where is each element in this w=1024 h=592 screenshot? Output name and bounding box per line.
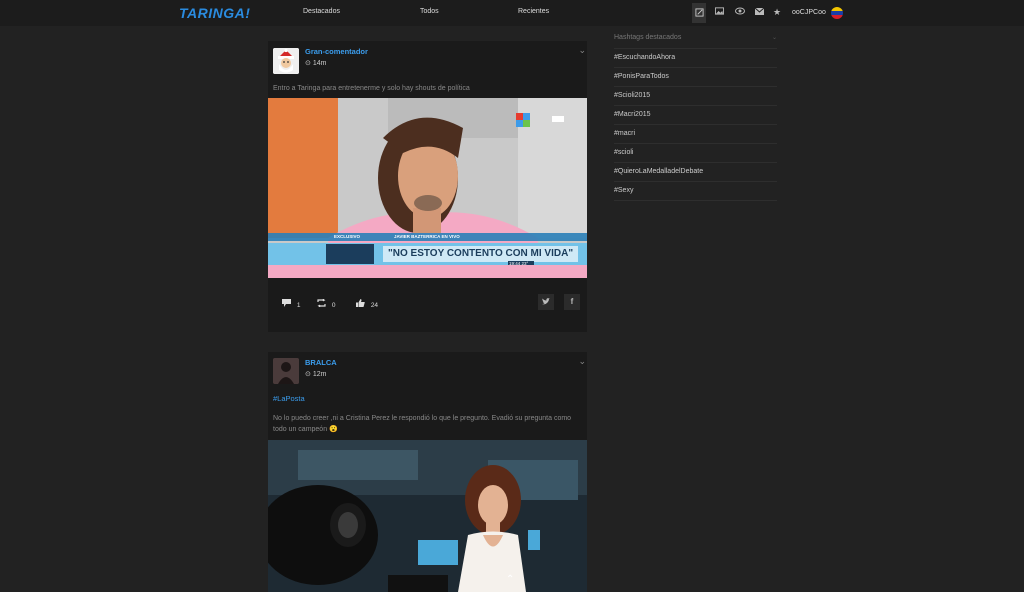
- taringa-logo[interactable]: TARINGA!: [179, 5, 250, 21]
- twitter-share-button[interactable]: [538, 294, 554, 310]
- hashtag-item[interactable]: #QuieroLaMedalladelDebate: [614, 163, 777, 182]
- post-author[interactable]: Gran-comentador: [305, 47, 368, 56]
- hashtag-item[interactable]: #scioli: [614, 144, 777, 163]
- reshare-button[interactable]: 0: [317, 298, 335, 309]
- post-actions: 1 0 24: [282, 297, 582, 313]
- eye-icon[interactable]: [735, 7, 745, 17]
- scroll-up-chevron-icon[interactable]: ⌃: [506, 574, 514, 585]
- avatar[interactable]: [273, 358, 299, 384]
- post-image[interactable]: EXCLUSIVO JAVIER BAZTERRICA EN VIVO "NO …: [268, 98, 587, 278]
- venezuela-flag-avatar[interactable]: [831, 7, 843, 19]
- hashtags-sidebar: Hashtags destacados ⌄ #EscuchandoAhora #…: [614, 34, 777, 201]
- post-hashtag-link[interactable]: #LaPosta: [273, 394, 305, 403]
- nav-recientes[interactable]: Recientes: [518, 8, 549, 15]
- hashtag-item[interactable]: #Sexy: [614, 182, 777, 201]
- hashtag-item[interactable]: #Scioli2015: [614, 87, 777, 106]
- avatar[interactable]: [273, 48, 299, 74]
- comment-icon: [282, 299, 293, 309]
- hashtag-item[interactable]: #EscuchandoAhora: [614, 49, 777, 68]
- image-icon[interactable]: [714, 7, 724, 17]
- post-time: ⊙ 14m: [305, 60, 327, 67]
- post-author[interactable]: BRALCA: [305, 358, 337, 367]
- post-image[interactable]: ⌃: [268, 440, 587, 592]
- nav-todos[interactable]: Todos: [420, 8, 439, 15]
- hashtag-item[interactable]: #macri: [614, 125, 777, 144]
- clock-icon: ⊙: [305, 60, 311, 67]
- post-text: No lo puedo creer ,ni a Cristina Perez l…: [273, 415, 572, 433]
- facebook-icon: f: [570, 297, 574, 306]
- collapse-chevron-icon[interactable]: ⌄: [772, 34, 777, 41]
- star-icon[interactable]: ★: [772, 7, 782, 17]
- post-options-chevron-icon[interactable]: ⌄: [578, 45, 586, 56]
- post-time: ⊙ 12m: [305, 371, 327, 378]
- nav-destacados[interactable]: Destacados: [303, 8, 340, 15]
- reshare-icon: [317, 298, 328, 309]
- twitter-icon: [542, 298, 550, 307]
- clock-icon: ⊙: [305, 371, 311, 378]
- post-options-chevron-icon[interactable]: ⌄: [578, 356, 586, 367]
- like-button[interactable]: 24: [356, 299, 378, 309]
- sidebar-title: Hashtags destacados ⌄: [614, 34, 777, 49]
- caption-headline: "NO ESTOY CONTENTO CON MI VIDA": [388, 248, 574, 259]
- top-navbar: TARINGA! Destacados Todos Recientes ★ oo…: [0, 0, 1024, 26]
- username[interactable]: ooCJPCoo: [792, 9, 826, 16]
- caption-tag: EXCLUSIVO: [334, 234, 361, 239]
- caption-subtitle: JAVIER BAZTERRICA EN VIVO: [394, 234, 460, 239]
- comment-button[interactable]: 1: [282, 299, 300, 309]
- post-card: Gran-comentador ⊙ 14m ⌄ Entro a Taringa …: [268, 41, 587, 332]
- facebook-share-button[interactable]: f: [564, 294, 580, 310]
- hashtag-item[interactable]: #Macri2015: [614, 106, 777, 125]
- mail-icon[interactable]: [754, 7, 764, 17]
- compose-icon[interactable]: [692, 3, 706, 23]
- hashtag-item[interactable]: #PonisParaTodos: [614, 68, 777, 87]
- post-card: BRALCA ⊙ 12m ⌄ #LaPosta No lo puedo cree…: [268, 352, 587, 592]
- caption-time: 19:44 23°: [509, 261, 529, 266]
- thumbs-up-icon: [356, 299, 367, 309]
- post-text: Entro a Taringa para entretenerme y solo…: [273, 85, 470, 92]
